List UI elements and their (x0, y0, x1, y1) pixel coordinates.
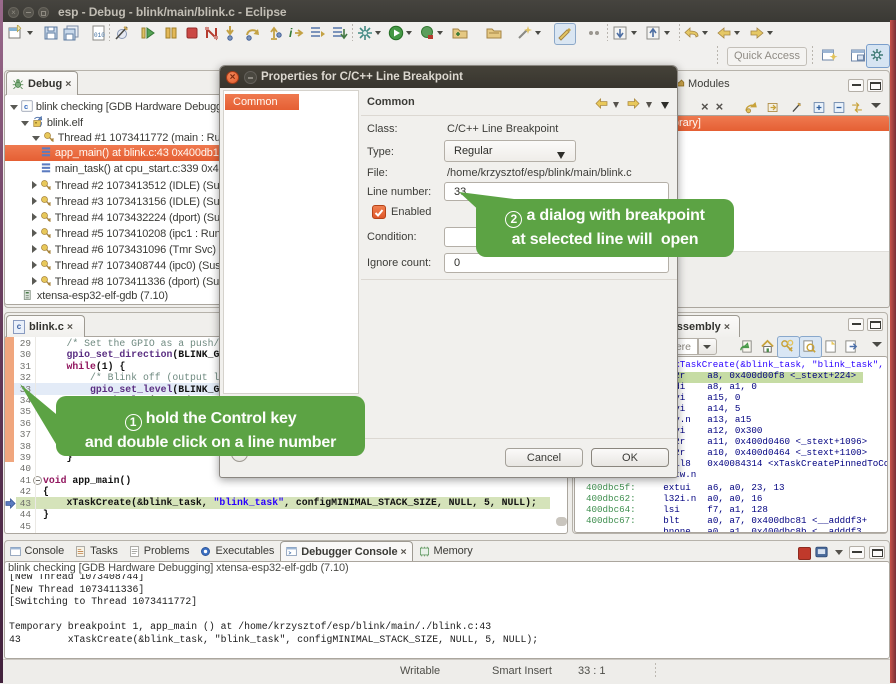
svg-text:i: i (289, 26, 293, 40)
svg-text:010: 010 (94, 32, 105, 39)
svg-text:c: c (24, 102, 28, 111)
